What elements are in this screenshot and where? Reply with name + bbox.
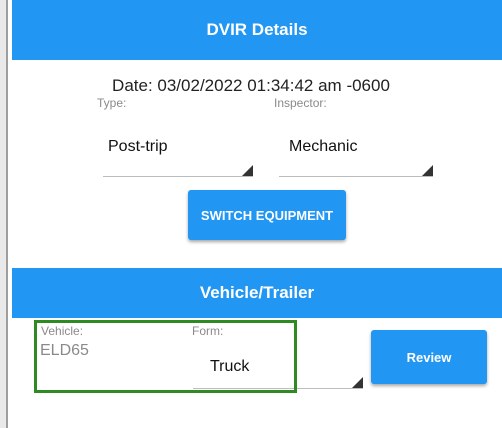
switch-equipment-button[interactable]: SWITCH EQUIPMENT bbox=[188, 190, 346, 240]
review-button[interactable]: Review bbox=[371, 330, 487, 384]
vehicle-trailer-header: Vehicle/Trailer bbox=[12, 268, 502, 318]
dropdown-arrow-icon bbox=[352, 377, 363, 388]
inspection-date: Date: 03/02/2022 01:34:42 am -0600 bbox=[112, 76, 390, 95]
switch-equipment-label: SWITCH EQUIPMENT bbox=[200, 207, 334, 223]
dvir-details-title: DVIR Details bbox=[206, 20, 308, 39]
vehicle-trailer-title: Vehicle/Trailer bbox=[199, 283, 315, 302]
inspector-select-value: Mechanic bbox=[289, 138, 358, 155]
type-select-value: Post-trip bbox=[108, 138, 168, 155]
inspector-select-underline bbox=[279, 176, 433, 177]
dropdown-arrow-icon bbox=[242, 165, 253, 176]
highlight-box bbox=[34, 320, 297, 393]
type-select-underline bbox=[103, 176, 253, 177]
type-label: Type: bbox=[97, 96, 127, 110]
dropdown-arrow-icon bbox=[422, 165, 433, 176]
review-label: Review bbox=[406, 349, 452, 365]
dvir-details-header: DVIR Details bbox=[12, 0, 502, 60]
inspector-label: Inspector: bbox=[274, 96, 327, 110]
